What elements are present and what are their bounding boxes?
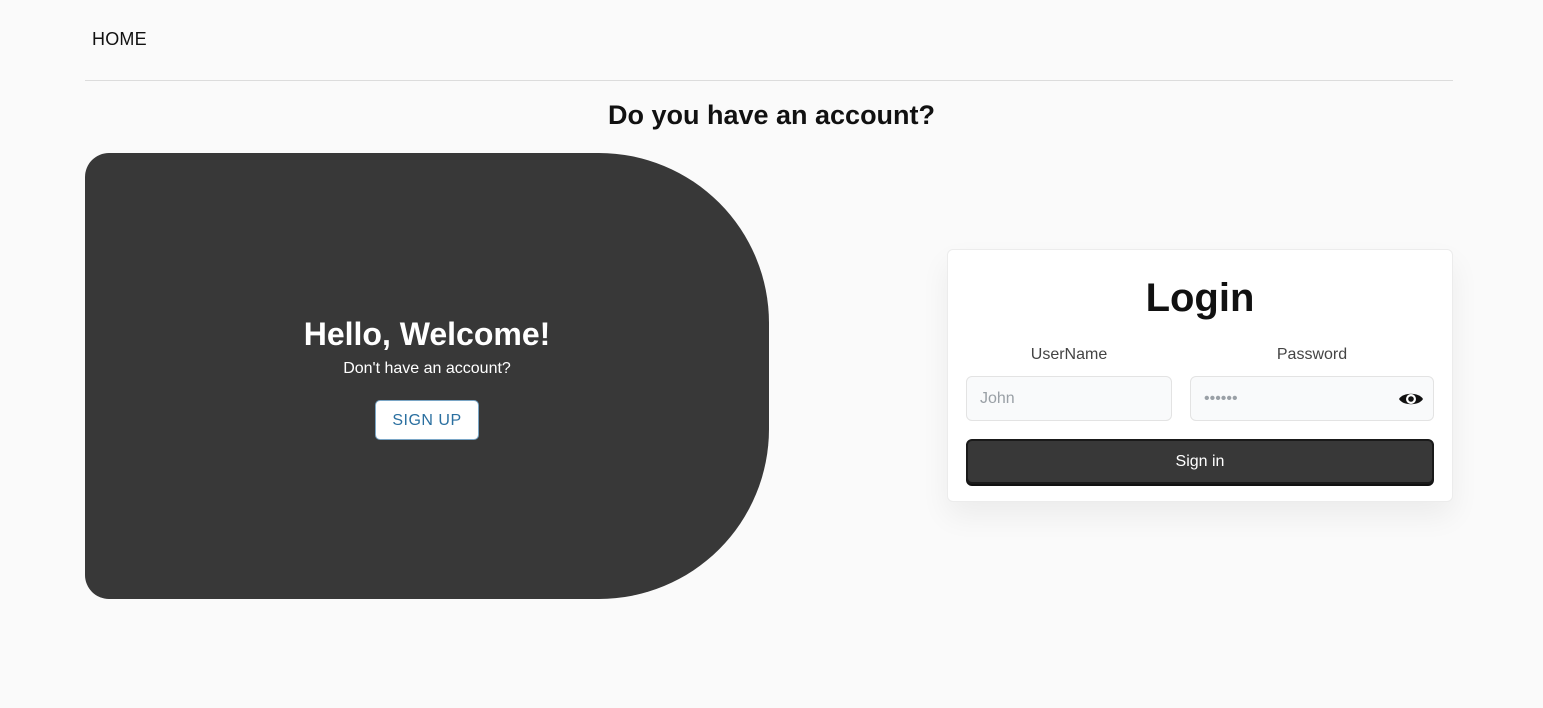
- page: HOME Do you have an account? Hello, Welc…: [0, 0, 1543, 708]
- eye-icon[interactable]: [1397, 387, 1425, 411]
- welcome-subtitle: Don't have an account?: [343, 360, 511, 377]
- sign-in-button[interactable]: Sign in: [966, 439, 1434, 484]
- page-heading: Do you have an account?: [607, 100, 936, 130]
- username-field-wrapper: [966, 376, 1172, 421]
- username-label: UserName: [1030, 346, 1108, 363]
- nav-home-link[interactable]: HOME: [92, 29, 147, 50]
- top-nav: HOME: [85, 0, 1453, 81]
- welcome-content: Hello, Welcome! Don't have an account? S…: [85, 315, 769, 440]
- login-card: Login UserName Password Sign in: [947, 249, 1453, 502]
- welcome-title: Hello, Welcome!: [303, 316, 551, 352]
- welcome-panel: Hello, Welcome! Don't have an account? S…: [85, 153, 769, 599]
- sign-up-button[interactable]: SIGN UP: [375, 400, 479, 440]
- password-label: Password: [1276, 346, 1348, 363]
- username-input[interactable]: [967, 377, 1171, 420]
- login-title: Login: [1145, 276, 1255, 320]
- password-field-wrapper: [1190, 376, 1434, 421]
